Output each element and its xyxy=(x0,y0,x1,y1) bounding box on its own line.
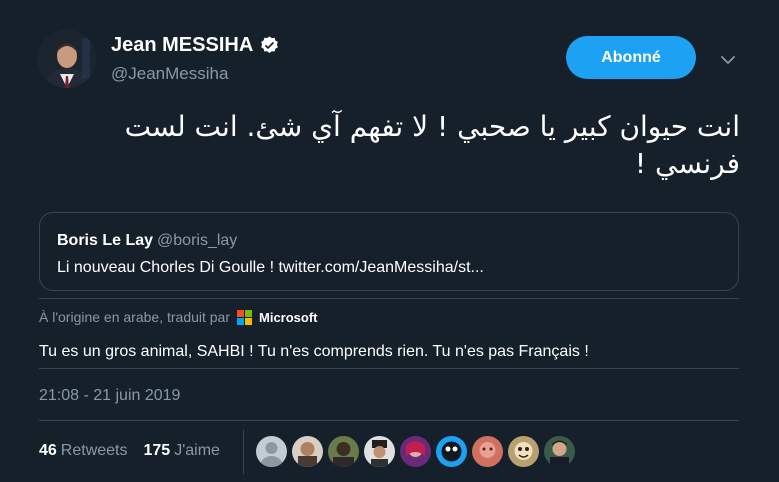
quoted-tweet-author-name: Boris Le Lay xyxy=(57,232,154,249)
translated-text: Tu es un gros animal, SAHBI ! Tu n'es co… xyxy=(39,343,589,360)
divider xyxy=(39,298,739,299)
tweet-detail: Jean MESSIHA @JeanMessiha Abonné انت حيو… xyxy=(0,0,779,482)
microsoft-logo-icon xyxy=(237,309,253,325)
quoted-tweet[interactable]: Boris Le Lay @boris_lay Li nouveau Chorle… xyxy=(39,212,739,291)
liker-avatar[interactable] xyxy=(364,436,395,467)
author-display-name[interactable]: Jean MESSIHA xyxy=(111,34,253,57)
retweets-label: Retweets xyxy=(60,442,128,459)
quoted-tweet-text: Li nouveau Chorles Di Goulle ! twitter.c… xyxy=(57,259,484,276)
likes-stat[interactable]: 175 J'aime xyxy=(144,442,220,460)
following-button[interactable]: Abonné xyxy=(566,36,696,79)
tweet-text: انت حيوان كبير يا صحبي ! لا تفهم آي شئ. … xyxy=(124,110,740,180)
liker-avatar[interactable] xyxy=(292,436,323,467)
retweets-stat[interactable]: 46 Retweets xyxy=(39,442,128,460)
liker-avatar[interactable] xyxy=(400,436,431,467)
likes-label: J'aime xyxy=(174,442,220,459)
quoted-tweet-header: Boris Le Lay @boris_lay xyxy=(57,232,237,250)
liker-avatar[interactable] xyxy=(472,436,503,467)
tweet-timestamp[interactable]: 21:08 - 21 juin 2019 xyxy=(39,387,180,405)
author-name-row: Jean MESSIHA xyxy=(111,34,280,57)
verified-badge-icon xyxy=(261,36,279,53)
liker-avatar[interactable] xyxy=(328,436,359,467)
retweets-count: 46 xyxy=(39,442,57,459)
author-avatar[interactable] xyxy=(38,30,96,88)
divider xyxy=(39,420,739,421)
divider xyxy=(39,368,739,369)
liker-avatar[interactable] xyxy=(544,436,575,467)
tweet-stats: 46 Retweets 175 J'aime xyxy=(39,442,236,460)
translation-attribution: À l'origine en arabe, traduit par Micros… xyxy=(39,309,318,325)
liker-avatar[interactable] xyxy=(256,436,287,467)
translation-note-text: À l'origine en arabe, traduit par xyxy=(39,309,231,325)
quoted-tweet-author-handle: @boris_lay xyxy=(157,232,238,249)
stats-separator xyxy=(243,430,244,474)
translation-provider: Microsoft xyxy=(259,309,318,325)
author-handle[interactable]: @JeanMessiha xyxy=(111,64,228,84)
liker-avatars xyxy=(256,436,575,467)
likes-count: 175 xyxy=(143,442,171,459)
liker-avatar[interactable] xyxy=(508,436,539,467)
liker-avatar[interactable] xyxy=(436,436,467,467)
chevron-down-icon[interactable] xyxy=(718,50,738,70)
